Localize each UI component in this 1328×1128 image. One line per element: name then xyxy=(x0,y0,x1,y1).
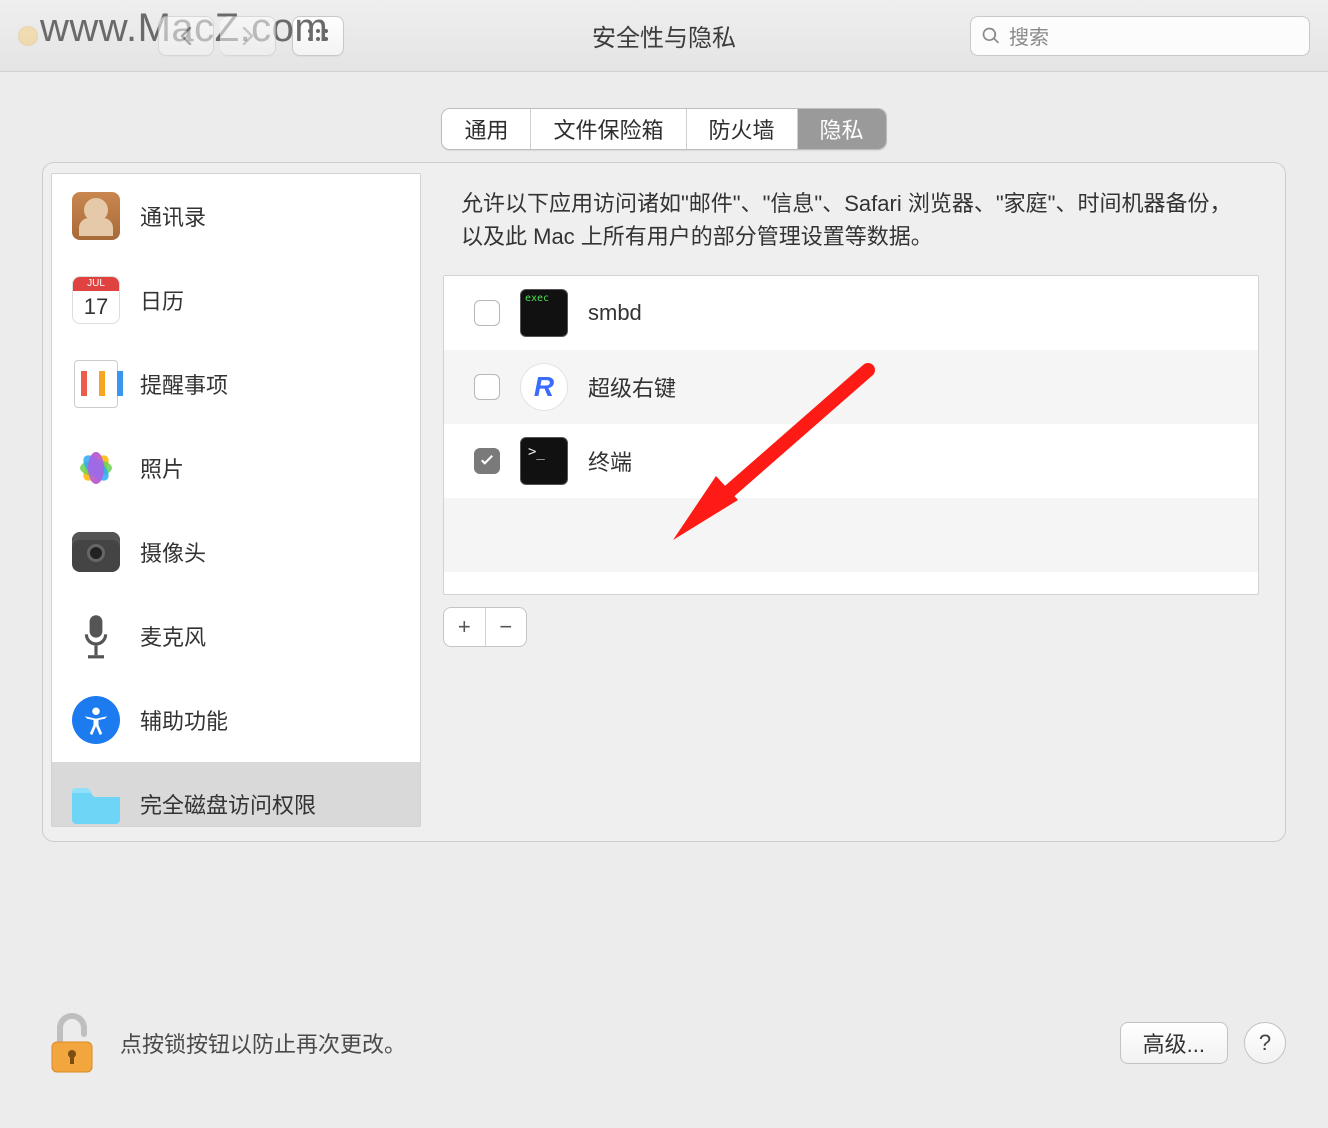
sidebar-item-label: 照片 xyxy=(140,452,184,484)
back-button[interactable] xyxy=(158,16,214,56)
checkbox-terminal[interactable] xyxy=(474,448,500,474)
tab-privacy[interactable]: 隐私 xyxy=(798,109,886,149)
app-label: 终端 xyxy=(588,445,632,477)
forward-button[interactable] xyxy=(220,16,276,56)
footer: 点按锁按钮以防止再次更改。 高级... ? xyxy=(0,978,1328,1128)
contacts-icon xyxy=(70,190,122,242)
sidebar-item-accessibility[interactable]: 辅助功能 xyxy=(52,678,420,762)
tab-filevault[interactable]: 文件保险箱 xyxy=(531,109,686,149)
sidebar-item-label: 完全磁盘访问权限 xyxy=(140,788,316,820)
app-row-terminal[interactable]: 终端 xyxy=(444,424,1258,498)
camera-icon xyxy=(70,526,122,578)
sidebar-item-contacts[interactable]: 通讯录 xyxy=(52,174,420,258)
detail-description: 允许以下应用访问诸如"邮件"、"信息"、Safari 浏览器、"家庭"、时间机器… xyxy=(443,173,1259,253)
app-row-superright[interactable]: R 超级右键 xyxy=(444,350,1258,424)
app-icon-r: R xyxy=(520,363,568,411)
sidebar-item-label: 通讯录 xyxy=(140,200,206,232)
tabs-row: 通用 文件保险箱 防火墙 隐私 xyxy=(0,72,1328,150)
exec-icon xyxy=(520,289,568,337)
search-icon xyxy=(981,26,1001,46)
add-remove-buttons: + − xyxy=(443,607,527,647)
sidebar-item-photos[interactable]: 照片 xyxy=(52,426,420,510)
detail-panel: 允许以下应用访问诸如"邮件"、"信息"、Safari 浏览器、"家庭"、时间机器… xyxy=(443,163,1285,841)
sidebar-item-camera[interactable]: 摄像头 xyxy=(52,510,420,594)
content-panel: 通讯录 JUL17 日历 提醒事项 xyxy=(42,162,1286,842)
app-row-empty xyxy=(444,498,1258,572)
app-row-smbd[interactable]: smbd xyxy=(444,276,1258,350)
close-window-button[interactable] xyxy=(18,26,38,46)
search-placeholder: 搜索 xyxy=(1009,21,1049,50)
tab-firewall[interactable]: 防火墙 xyxy=(687,109,798,149)
lock-hint: 点按锁按钮以防止再次更改。 xyxy=(120,1027,406,1059)
privacy-category-sidebar[interactable]: 通讯录 JUL17 日历 提醒事项 xyxy=(51,173,421,827)
app-permission-list: smbd R 超级右键 终端 xyxy=(443,275,1259,595)
app-label: smbd xyxy=(588,300,642,326)
sidebar-item-label: 麦克风 xyxy=(140,620,206,652)
advanced-button[interactable]: 高级... xyxy=(1120,1022,1228,1064)
sidebar-item-label: 提醒事项 xyxy=(140,368,228,400)
folder-icon xyxy=(70,778,122,827)
sidebar-item-calendar[interactable]: JUL17 日历 xyxy=(52,258,420,342)
reminders-icon xyxy=(70,358,122,410)
accessibility-icon xyxy=(70,694,122,746)
terminal-icon xyxy=(520,437,568,485)
help-button[interactable]: ? xyxy=(1244,1022,1286,1064)
show-all-button[interactable] xyxy=(292,16,344,56)
sidebar-item-reminders[interactable]: 提醒事项 xyxy=(52,342,420,426)
checkbox-smbd[interactable] xyxy=(474,300,500,326)
microphone-icon xyxy=(70,610,122,662)
app-label: 超级右键 xyxy=(588,371,676,403)
sidebar-item-fulldisk[interactable]: 完全磁盘访问权限 xyxy=(52,762,420,827)
search-input[interactable]: 搜索 xyxy=(970,16,1310,56)
calendar-icon: JUL17 xyxy=(70,274,122,326)
add-app-button[interactable]: + xyxy=(444,608,486,646)
sidebar-item-label: 摄像头 xyxy=(140,536,206,568)
sidebar-item-label: 日历 xyxy=(140,284,184,316)
tab-bar: 通用 文件保险箱 防火墙 隐私 xyxy=(441,108,886,150)
photos-icon xyxy=(70,442,122,494)
title-bar: www.MacZ.com 安全性与隐私 搜索 xyxy=(0,0,1328,72)
remove-app-button[interactable]: − xyxy=(486,608,527,646)
sidebar-item-microphone[interactable]: 麦克风 xyxy=(52,594,420,678)
checkbox-superright[interactable] xyxy=(474,374,500,400)
tab-general[interactable]: 通用 xyxy=(442,109,531,149)
sidebar-item-label: 辅助功能 xyxy=(140,704,228,736)
lock-icon[interactable] xyxy=(42,1008,102,1078)
